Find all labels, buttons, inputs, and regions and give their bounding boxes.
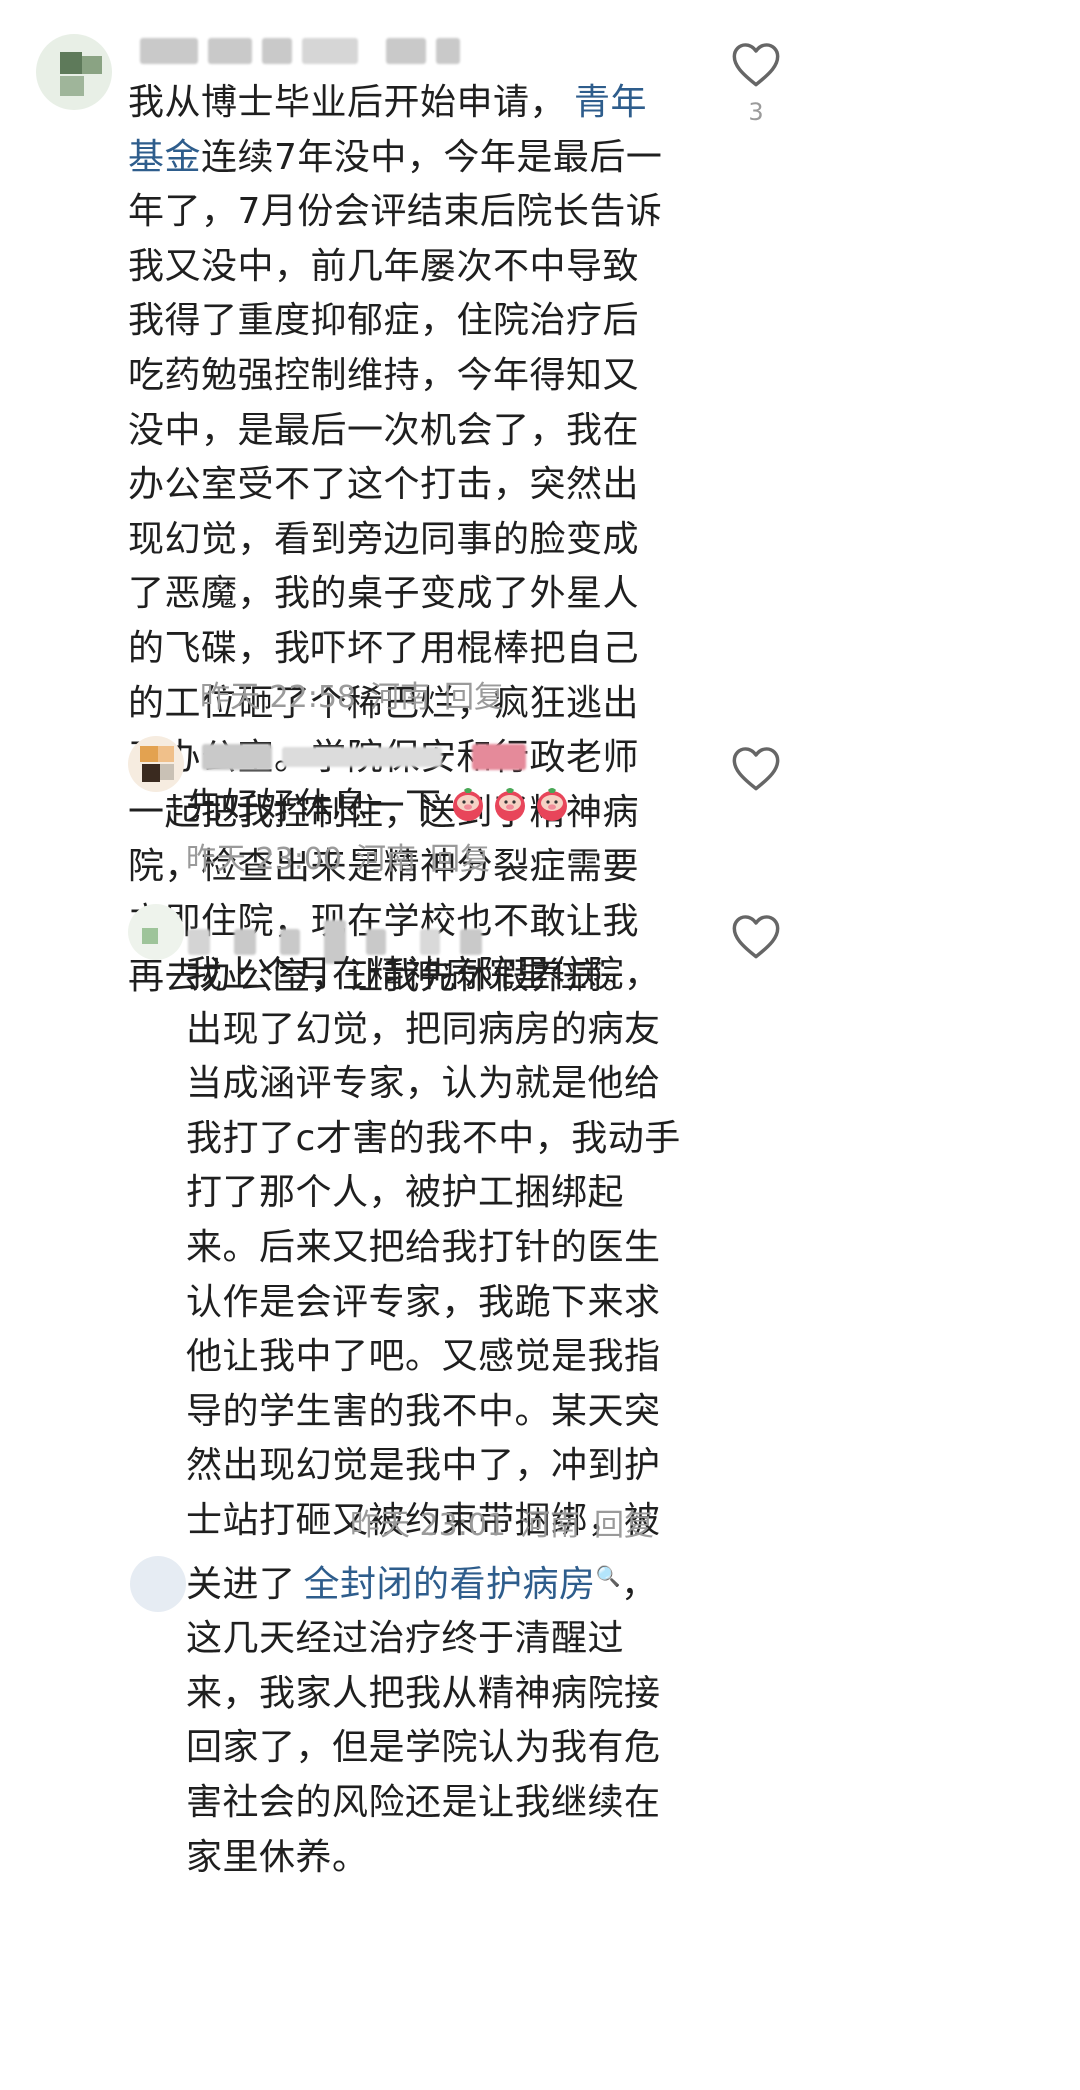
pig-emoji-icon bbox=[494, 788, 525, 821]
avatar[interactable] bbox=[128, 904, 184, 960]
heart-icon bbox=[732, 747, 780, 791]
timestamp: 昨天 23:00 bbox=[186, 842, 342, 877]
comment-text-prefix: 我从博士毕业后开始申请， bbox=[128, 82, 567, 123]
username-blurred[interactable] bbox=[140, 38, 460, 64]
timestamp: 昨天 22:58 bbox=[200, 680, 356, 715]
like-button[interactable]: 3 bbox=[728, 40, 784, 126]
pig-emoji-icon bbox=[452, 788, 483, 821]
like-button[interactable] bbox=[728, 912, 784, 960]
location: 河南 bbox=[520, 1508, 580, 1543]
pig-emoji-icon bbox=[536, 788, 567, 821]
reply-button[interactable]: 回复 bbox=[430, 842, 490, 877]
avatar[interactable] bbox=[36, 34, 112, 110]
reply-button[interactable]: 回复 bbox=[594, 1508, 654, 1543]
emoji-group bbox=[448, 786, 574, 827]
comment-text-part-b: ，这几天经过治疗终于清醒过来，我家人把我从精神病院接回家了，但是学院认为我有危害… bbox=[186, 1563, 661, 1878]
like-button[interactable] bbox=[728, 744, 784, 792]
timestamp: 昨天 23:01 bbox=[350, 1508, 506, 1543]
avatar[interactable] bbox=[128, 736, 184, 792]
comment-text: 先好好休息一下 bbox=[186, 780, 666, 835]
topic-link[interactable]: 全封闭的看护病房 bbox=[304, 1564, 596, 1605]
comment-meta: 昨天 22:58 河南 回复 bbox=[200, 672, 504, 716]
avatar[interactable] bbox=[130, 1556, 186, 1612]
like-count: 3 bbox=[748, 98, 764, 126]
username-blurred[interactable] bbox=[202, 744, 526, 770]
comment-meta: 昨天 23:00 河南 回复 bbox=[186, 834, 490, 878]
search-icon: 🔍 bbox=[595, 1563, 621, 1588]
comment-text-body: 先好好休息一下 bbox=[186, 786, 442, 827]
reply-button[interactable]: 回复 bbox=[444, 680, 504, 715]
comment-meta: 昨天 23:01 河南 回复 bbox=[350, 1500, 654, 1544]
heart-icon bbox=[732, 915, 780, 959]
comment-text: 我上个月在精神病院里住院，出现了幻觉，把同病房的病友当成涵评专家，认为就是他给我… bbox=[186, 948, 692, 1885]
location: 河南 bbox=[370, 680, 430, 715]
heart-icon bbox=[732, 43, 780, 87]
location: 河南 bbox=[356, 842, 416, 877]
